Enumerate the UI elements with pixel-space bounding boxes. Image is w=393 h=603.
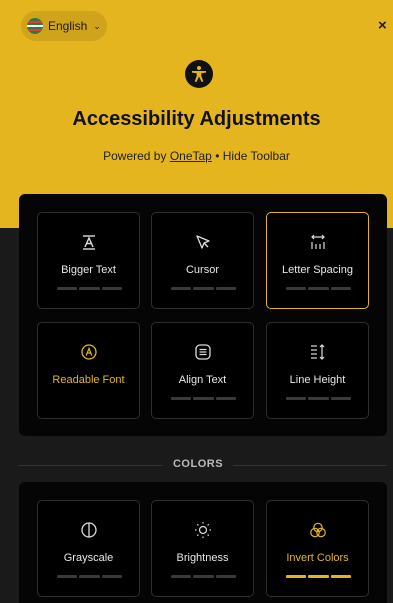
grayscale-icon — [38, 519, 139, 541]
card-label: Brightness — [176, 552, 229, 564]
invert-colors-card[interactable]: Invert Colors — [266, 500, 369, 597]
line-height-card[interactable]: Line Height — [266, 322, 369, 419]
level-indicator — [171, 575, 236, 578]
align-text-icon — [152, 341, 253, 363]
brightness-card[interactable]: Brightness — [151, 500, 254, 597]
readable-font-icon — [38, 341, 139, 363]
section-label: COLORS — [172, 458, 224, 470]
align-text-card[interactable]: Align Text — [151, 322, 254, 419]
card-label: Cursor — [185, 264, 219, 276]
text-size-icon — [38, 231, 139, 253]
brightness-icon — [152, 519, 253, 541]
page-title: Accessibility Adjustments — [72, 108, 321, 130]
hide-toolbar-link[interactable]: Hide Toolbar — [223, 149, 290, 163]
powered-by-text: Powered by — [103, 149, 167, 163]
accessibility-icon — [185, 60, 213, 88]
level-indicator — [57, 287, 122, 290]
level-indicator — [286, 397, 351, 400]
divider — [19, 465, 163, 466]
separator-dot: • — [215, 149, 220, 163]
cursor-icon — [152, 231, 253, 253]
grayscale-card[interactable]: Grayscale — [37, 500, 140, 597]
close-icon[interactable]: × — [378, 16, 393, 36]
colors-panel: Grayscale Brightness Invert Colors — [19, 482, 387, 603]
chevron-down-icon: ⌄ — [93, 20, 101, 31]
divider — [233, 465, 387, 466]
cursor-card[interactable]: Cursor — [151, 212, 254, 309]
card-label: Align Text — [178, 374, 227, 386]
card-label: Bigger Text — [61, 264, 116, 276]
colors-section-header: COLORS — [0, 455, 393, 475]
line-height-icon — [267, 341, 368, 363]
language-label: English — [48, 19, 88, 33]
content-panel: Bigger Text Cursor Letter Spacing Readab… — [19, 194, 387, 436]
powered-by-line: Powered by OneTap • Hide Toolbar — [0, 149, 393, 163]
card-label: Invert Colors — [286, 552, 349, 564]
language-selector[interactable]: English ⌄ — [21, 11, 107, 41]
card-label: Letter Spacing — [282, 264, 353, 276]
level-indicator — [286, 287, 351, 290]
level-indicator — [286, 575, 351, 578]
card-label: Line Height — [289, 374, 346, 386]
onetap-link[interactable]: OneTap — [170, 149, 212, 163]
card-label: Readable Font — [52, 374, 125, 386]
level-indicator — [57, 575, 122, 578]
letter-spacing-card[interactable]: Letter Spacing — [266, 212, 369, 309]
us-flag-icon — [27, 18, 43, 34]
level-indicator — [171, 397, 236, 400]
invert-colors-icon — [267, 519, 368, 541]
letter-spacing-icon — [267, 231, 368, 253]
card-label: Grayscale — [63, 552, 114, 564]
readable-font-card[interactable]: Readable Font — [37, 322, 140, 419]
level-indicator — [171, 287, 236, 290]
bigger-text-card[interactable]: Bigger Text — [37, 212, 140, 309]
